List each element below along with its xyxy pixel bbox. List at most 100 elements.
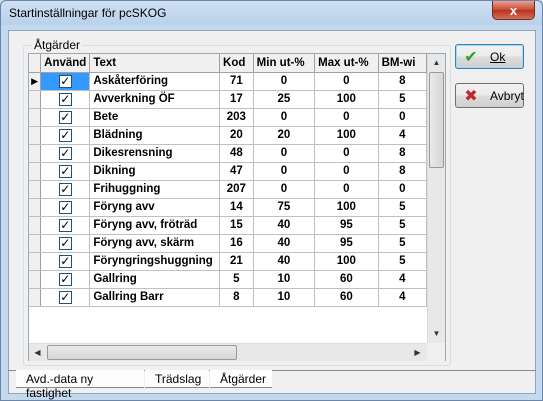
table-row[interactable]: ✓ Föryng avv, skärm 16 40 95 5 bbox=[29, 234, 427, 253]
column-header-min-ut[interactable]: Min ut-% bbox=[253, 54, 316, 73]
text-cell[interactable]: Avverkning ÖF bbox=[89, 90, 221, 109]
anvand-checkbox[interactable]: ✓ bbox=[58, 254, 72, 268]
row-indicator[interactable] bbox=[29, 180, 42, 199]
min-ut-cell[interactable]: 40 bbox=[253, 252, 316, 271]
scroll-down-arrow-icon[interactable]: ▼ bbox=[428, 325, 445, 342]
anvand-checkbox[interactable]: ✓ bbox=[58, 218, 72, 232]
column-header-anvand[interactable]: Använd bbox=[40, 54, 91, 73]
min-ut-cell[interactable]: 20 bbox=[253, 126, 316, 145]
anvand-checkbox-cell[interactable]: ✓ bbox=[40, 126, 91, 145]
kod-cell[interactable]: 71 bbox=[219, 72, 254, 91]
text-cell[interactable]: Föryng avv bbox=[89, 198, 221, 217]
row-indicator[interactable] bbox=[29, 288, 42, 307]
row-indicator[interactable] bbox=[29, 144, 42, 163]
max-ut-cell[interactable]: 100 bbox=[314, 252, 379, 271]
min-ut-cell[interactable]: 40 bbox=[253, 216, 316, 235]
anvand-checkbox-cell[interactable]: ✓ bbox=[40, 198, 91, 217]
max-ut-cell[interactable]: 0 bbox=[314, 144, 379, 163]
text-cell[interactable]: Dikesrensning bbox=[89, 144, 221, 163]
ok-button[interactable]: ✔ Ok bbox=[455, 44, 524, 69]
column-header-text[interactable]: Text bbox=[89, 54, 221, 73]
scroll-right-arrow-icon[interactable]: ▶ bbox=[409, 344, 426, 361]
table-row[interactable]: ✓ Bete 203 0 0 0 bbox=[29, 108, 427, 127]
bm-wi-cell[interactable]: 5 bbox=[378, 252, 427, 271]
bm-wi-cell[interactable]: 4 bbox=[378, 270, 427, 289]
kod-cell[interactable]: 8 bbox=[219, 288, 254, 307]
max-ut-cell[interactable]: 100 bbox=[314, 198, 379, 217]
max-ut-cell[interactable]: 95 bbox=[314, 234, 379, 253]
row-indicator[interactable] bbox=[29, 108, 42, 127]
table-row[interactable]: ✓ Frihuggning 207 0 0 0 bbox=[29, 180, 427, 199]
bm-wi-cell[interactable]: 8 bbox=[378, 72, 427, 91]
max-ut-cell[interactable]: 0 bbox=[314, 72, 379, 91]
table-row[interactable]: ✓ Dikesrensning 48 0 0 8 bbox=[29, 144, 427, 163]
anvand-checkbox-cell[interactable]: ✓ bbox=[40, 144, 91, 163]
anvand-checkbox[interactable]: ✓ bbox=[58, 164, 72, 178]
kod-cell[interactable]: 17 bbox=[219, 90, 254, 109]
row-indicator[interactable] bbox=[29, 126, 42, 145]
min-ut-cell[interactable]: 10 bbox=[253, 288, 316, 307]
min-ut-cell[interactable]: 0 bbox=[253, 162, 316, 181]
min-ut-cell[interactable]: 75 bbox=[253, 198, 316, 217]
anvand-checkbox-cell[interactable]: ✓ bbox=[40, 162, 91, 181]
anvand-checkbox-cell[interactable]: ✓ bbox=[40, 108, 91, 127]
kod-cell[interactable]: 48 bbox=[219, 144, 254, 163]
column-header-max-ut[interactable]: Max ut-% bbox=[314, 54, 379, 73]
cancel-button[interactable]: ✖ Avbryt bbox=[455, 83, 524, 108]
row-indicator[interactable] bbox=[29, 234, 42, 253]
anvand-checkbox[interactable]: ✓ bbox=[58, 236, 72, 250]
tab-tradslag[interactable]: Trädslag bbox=[145, 370, 209, 388]
text-cell[interactable]: Föryng avv, skärm bbox=[89, 234, 221, 253]
bm-wi-cell[interactable]: 0 bbox=[378, 108, 427, 127]
anvand-checkbox[interactable]: ✓ bbox=[58, 74, 72, 88]
min-ut-cell[interactable]: 25 bbox=[253, 90, 316, 109]
vertical-scrollbar[interactable]: ▲ ▼ bbox=[427, 54, 445, 343]
bm-wi-cell[interactable]: 4 bbox=[378, 288, 427, 307]
horizontal-scrollbar[interactable]: ◀ ▶ bbox=[29, 343, 427, 361]
min-ut-cell[interactable]: 0 bbox=[253, 144, 316, 163]
tab-atgarder[interactable]: Åtgärder bbox=[210, 370, 272, 388]
anvand-checkbox[interactable]: ✓ bbox=[58, 182, 72, 196]
table-row[interactable]: ✓ Dikning 47 0 0 8 bbox=[29, 162, 427, 181]
bm-wi-cell[interactable]: 5 bbox=[378, 234, 427, 253]
kod-cell[interactable]: 20 bbox=[219, 126, 254, 145]
anvand-checkbox[interactable]: ✓ bbox=[58, 272, 72, 286]
kod-cell[interactable]: 47 bbox=[219, 162, 254, 181]
kod-cell[interactable]: 14 bbox=[219, 198, 254, 217]
row-indicator[interactable] bbox=[29, 162, 42, 181]
bm-wi-cell[interactable]: 5 bbox=[378, 198, 427, 217]
row-indicator[interactable] bbox=[29, 270, 42, 289]
anvand-checkbox-cell[interactable]: ✓ bbox=[40, 270, 91, 289]
table-row[interactable]: ✓ Blädning 20 20 100 4 bbox=[29, 126, 427, 145]
table-row[interactable]: ✓ Gallring 5 10 60 4 bbox=[29, 270, 427, 289]
max-ut-cell[interactable]: 0 bbox=[314, 108, 379, 127]
max-ut-cell[interactable]: 60 bbox=[314, 288, 379, 307]
anvand-checkbox-cell[interactable]: ✓ bbox=[40, 252, 91, 271]
bm-wi-cell[interactable]: 4 bbox=[378, 126, 427, 145]
table-row[interactable]: ✓ Föryngringshuggning 21 40 100 5 bbox=[29, 252, 427, 271]
bm-wi-cell[interactable]: 8 bbox=[378, 162, 427, 181]
bm-wi-cell[interactable]: 5 bbox=[378, 216, 427, 235]
bm-wi-cell[interactable]: 8 bbox=[378, 144, 427, 163]
anvand-checkbox[interactable]: ✓ bbox=[58, 146, 72, 160]
max-ut-cell[interactable]: 100 bbox=[314, 90, 379, 109]
min-ut-cell[interactable]: 40 bbox=[253, 234, 316, 253]
kod-cell[interactable]: 203 bbox=[219, 108, 254, 127]
text-cell[interactable]: Blädning bbox=[89, 126, 221, 145]
text-cell[interactable]: Föryngringshuggning bbox=[89, 252, 221, 271]
table-row[interactable]: ✓ Föryng avv, fröträd 15 40 95 5 bbox=[29, 216, 427, 235]
row-indicator[interactable] bbox=[29, 90, 42, 109]
row-indicator[interactable] bbox=[29, 216, 42, 235]
horizontal-scroll-thumb[interactable] bbox=[47, 345, 237, 360]
atgarder-grid[interactable]: Använd Text Kod Min ut-% Max ut-% BM-wi … bbox=[29, 54, 427, 343]
text-cell[interactable]: Gallring Barr bbox=[89, 288, 221, 307]
text-cell[interactable]: Föryng avv, fröträd bbox=[89, 216, 221, 235]
vertical-scroll-thumb[interactable] bbox=[429, 72, 444, 168]
row-indicator[interactable] bbox=[29, 198, 42, 217]
anvand-checkbox-cell[interactable]: ✓ bbox=[40, 288, 91, 307]
anvand-checkbox-cell[interactable]: ✓ bbox=[40, 180, 91, 199]
text-cell[interactable]: Frihuggning bbox=[89, 180, 221, 199]
tab-avd-data[interactable]: Avd.-data ny fastighet bbox=[16, 370, 144, 400]
kod-cell[interactable]: 15 bbox=[219, 216, 254, 235]
scroll-left-arrow-icon[interactable]: ◀ bbox=[29, 344, 46, 361]
